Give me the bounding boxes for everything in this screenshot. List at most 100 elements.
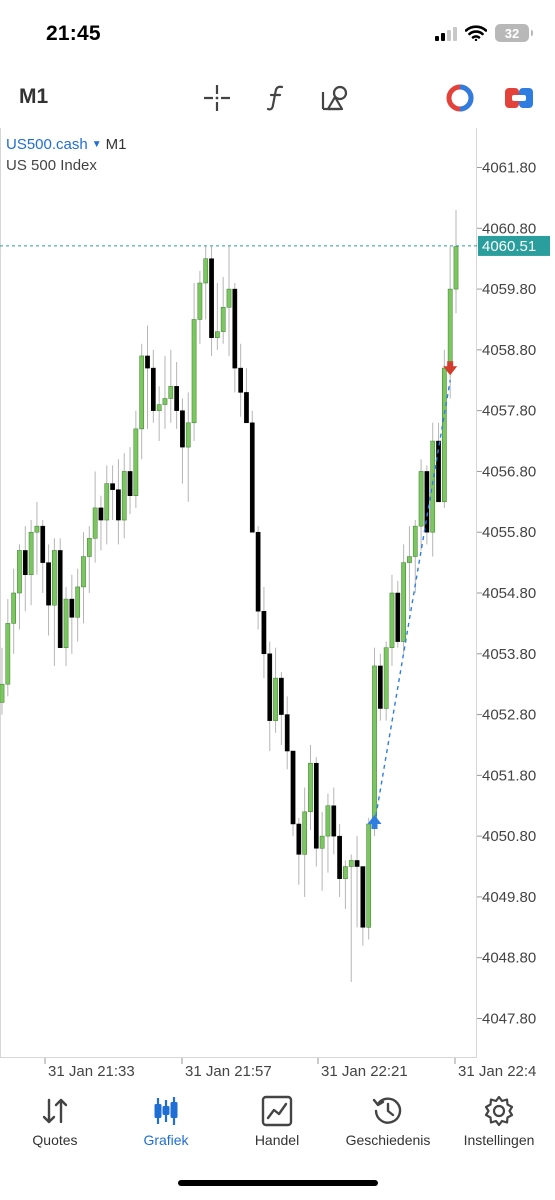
y-tick-label: 4061.80 (482, 160, 536, 177)
chart-area[interactable]: 4061.80 4060.80 4059.80 4058.80 4057.80 4056.… (0, 128, 555, 1084)
tab-trade[interactable]: Handel (222, 1094, 332, 1148)
candle-body (279, 677, 284, 715)
candle-body (418, 471, 424, 527)
candle-body (34, 525, 40, 533)
symbol-description: US 500 Index (6, 157, 97, 174)
candle-body (150, 367, 156, 411)
crosshair-icon[interactable] (201, 82, 233, 114)
symbol-header[interactable]: US500.cash ▼ M1 (6, 136, 126, 153)
candle-body (46, 562, 51, 606)
symbol-timeframe: M1 (105, 136, 127, 153)
y-tick-label: 4054.80 (482, 585, 536, 602)
candle-body (244, 392, 249, 424)
candle-body (92, 507, 98, 539)
candle-body (442, 367, 447, 503)
history-icon (333, 1094, 443, 1128)
y-tick-label: 4056.80 (482, 463, 536, 480)
battery-icon: 32 (495, 24, 533, 42)
candle-body (383, 647, 389, 709)
candle-body (319, 835, 325, 849)
candle-body (238, 367, 243, 393)
candle-body (215, 331, 220, 338)
candle-body (412, 525, 418, 557)
candle-body (407, 556, 412, 563)
candle-body (372, 665, 377, 825)
candle-body (337, 835, 342, 879)
one-click-trading-icon[interactable] (444, 82, 476, 114)
candlestick-chart[interactable]: 4061.80 4060.80 4059.80 4058.80 4057.80 4056.… (0, 128, 555, 1084)
candle-body (156, 404, 162, 411)
candle-body (17, 550, 22, 594)
candle-body (180, 410, 185, 448)
candle-body (110, 483, 115, 490)
tab-settings[interactable]: Instellingen (444, 1094, 554, 1148)
candle-body (453, 246, 459, 290)
x-tick-label: 31 Jan 22:21 (321, 1063, 408, 1080)
trade-panel-icon[interactable] (503, 82, 535, 114)
candle-body (366, 823, 372, 928)
candle-body (209, 258, 214, 338)
candle-body (377, 665, 383, 709)
y-tick-label: 4047.80 (482, 1010, 536, 1027)
candle-body (308, 762, 313, 813)
candle-body (226, 288, 232, 308)
timeframe-selector[interactable]: M1 (19, 85, 48, 109)
y-tick-label: 4060.80 (482, 220, 536, 237)
tab-label: Geschiedenis (345, 1132, 431, 1148)
tab-history[interactable]: Geschiedenis (333, 1094, 443, 1148)
candle-body (185, 422, 191, 448)
candle-body (121, 471, 127, 521)
candle-body (86, 538, 92, 557)
candle-body (331, 805, 337, 837)
objects-icon[interactable] (319, 82, 351, 114)
candle-body (116, 489, 121, 521)
x-tick-label: 31 Jan 21:33 (48, 1063, 135, 1080)
candle-body (5, 623, 11, 685)
candle-body (343, 866, 348, 879)
candle-body (104, 483, 110, 521)
candle-body (81, 556, 86, 588)
candle-body (284, 714, 290, 752)
x-tick-label: 31 Jan 21:57 (185, 1063, 272, 1080)
candle-body (22, 550, 28, 576)
candle-body (220, 307, 226, 332)
settings-icon (444, 1094, 554, 1128)
candle-body (232, 288, 238, 369)
candle-body (174, 386, 179, 411)
y-tick-label: 4053.80 (482, 646, 536, 663)
candle-body (57, 550, 63, 648)
symbol-name[interactable]: US500.cash (6, 136, 88, 153)
status-bar: 21:45 32 (0, 0, 555, 72)
candle-body (133, 428, 139, 496)
y-tick-label: 4058.80 (482, 342, 536, 359)
candle-body (401, 562, 406, 642)
tab-quotes[interactable]: Quotes (0, 1094, 110, 1148)
candle-body (203, 258, 209, 284)
status-time: 21:45 (46, 22, 101, 45)
candle-body (296, 823, 302, 855)
candle-body (98, 507, 104, 521)
candle-body (145, 355, 150, 369)
y-tick-label: 4059.80 (482, 281, 536, 298)
candle-body (197, 282, 203, 320)
chart-toolbar: M1 (0, 72, 555, 124)
y-tick-label: 4048.80 (482, 950, 536, 967)
candle-body (395, 592, 401, 642)
candle-body (0, 683, 5, 703)
tab-chart[interactable]: Grafiek (111, 1094, 221, 1148)
candle-body (28, 531, 34, 576)
candle-body (273, 677, 278, 721)
candle-body (255, 531, 261, 612)
candle-body (69, 598, 75, 618)
wifi-icon (465, 25, 487, 41)
trade-icon (222, 1094, 332, 1128)
home-indicator (178, 1180, 378, 1186)
status-icons: 32 (435, 24, 533, 42)
symbol-dropdown-icon[interactable]: ▼ (92, 139, 102, 150)
candle-body (139, 355, 145, 430)
indicator-f-icon[interactable] (261, 82, 293, 114)
candle-body (313, 762, 319, 849)
tab-label: Quotes (32, 1132, 78, 1148)
candle-body (52, 550, 57, 606)
battery-level: 32 (504, 25, 520, 41)
